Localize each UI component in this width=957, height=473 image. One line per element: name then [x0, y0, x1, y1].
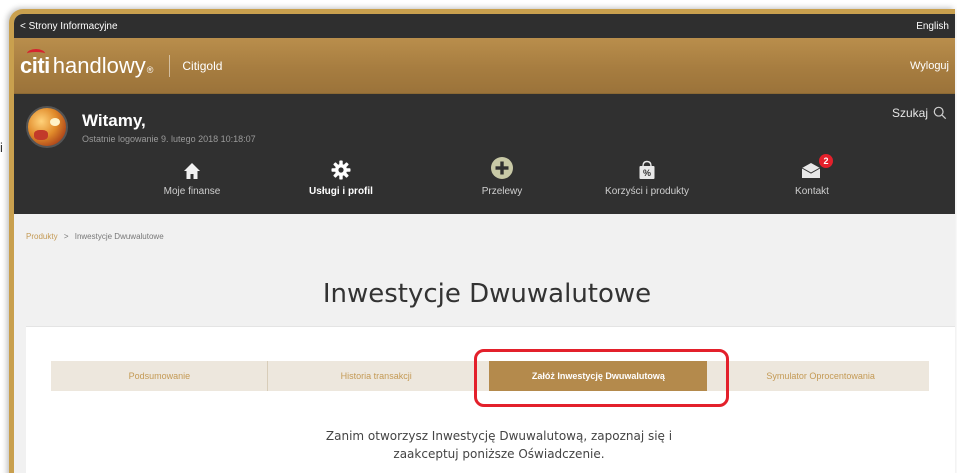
- top-bar: < Strony Informacyjne English: [14, 14, 955, 38]
- notice-line-2: zaakceptuj poniższe Oświadczenie.: [393, 447, 605, 461]
- cropped-text-fragment: i: [0, 140, 3, 155]
- tab-bar: Podsumowanie Historia transakcji Załóż I…: [51, 361, 929, 391]
- main-content: Produkty > Inwestycje Dwuwalutowe Inwest…: [14, 214, 955, 473]
- breadcrumb-separator: >: [63, 232, 69, 241]
- citi-handlowy-logo[interactable]: citi handlowy ®: [20, 48, 153, 79]
- tab-symulator-oprocentowania[interactable]: Symulator Oprocentowania: [712, 361, 929, 391]
- gear-icon: [331, 160, 351, 180]
- breadcrumb-current: Inwestycje Dwuwalutowe: [74, 232, 164, 241]
- nav-item-label: Usługi i profil: [309, 186, 373, 197]
- search-button[interactable]: Szukaj: [892, 106, 947, 120]
- user-greeting: Witamy, Ostatnie logowanie 9. lutego 201…: [26, 106, 256, 148]
- brand-bar: citi handlowy ® Citigold Wyloguj: [14, 38, 955, 94]
- language-switch-link[interactable]: English: [916, 21, 949, 32]
- shopping-bag-percent-icon: %: [639, 160, 655, 179]
- brand: citi handlowy ® Citigold: [20, 48, 223, 79]
- main-nav: Moje finanse Usługi i profil Przelewy % …: [14, 154, 955, 214]
- browser-frame: < Strony Informacyjne English citi handl…: [9, 9, 955, 473]
- tab-podsumowanie[interactable]: Podsumowanie: [51, 361, 268, 391]
- notice-line-1: Zanim otworzysz Inwestycję Dwuwalutową, …: [325, 429, 673, 443]
- notification-badge: 2: [819, 154, 833, 168]
- nav-item-label: Korzyści i produkty: [605, 186, 689, 197]
- nav-item-korzysci-i-produkty[interactable]: % Korzyści i produkty: [582, 156, 712, 197]
- info-pages-link[interactable]: < Strony Informacyjne: [20, 21, 118, 32]
- welcome-text: Witamy,: [82, 110, 146, 130]
- logout-link[interactable]: Wyloguj: [910, 60, 949, 72]
- page-title: Inwestycje Dwuwalutowe: [322, 279, 652, 309]
- nav-item-uslugi-i-profil[interactable]: Usługi i profil: [276, 156, 406, 197]
- notice-text: Zanim otworzysz Inwestycję Dwuwalutową, …: [26, 427, 955, 463]
- nav-item-label: Kontakt: [795, 186, 829, 197]
- tab-zaloz-inwestycje[interactable]: Załóż Inwestycję Dwuwalutową: [485, 361, 713, 391]
- home-icon: [184, 163, 200, 179]
- breadcrumb: Produkty > Inwestycje Dwuwalutowe: [26, 232, 164, 241]
- search-icon: [933, 106, 947, 120]
- nav-item-przelewy[interactable]: Przelewy: [437, 156, 567, 197]
- breadcrumb-link-produkty[interactable]: Produkty: [26, 232, 58, 241]
- content-card: Podsumowanie Historia transakcji Załóż I…: [26, 326, 955, 473]
- search-label: Szukaj: [891, 106, 928, 120]
- tab-historia-transakcji[interactable]: Historia transakcji: [268, 361, 485, 391]
- nav-item-label: Przelewy: [481, 186, 523, 197]
- nav-item-kontakt[interactable]: 2 Kontakt: [747, 154, 877, 197]
- user-nav-bar: Witamy, Ostatnie logowanie 9. lutego 201…: [14, 94, 955, 214]
- segment-label: Citigold: [182, 58, 223, 73]
- active-tab-button[interactable]: Załóż Inwestycję Dwuwalutową: [489, 361, 708, 391]
- brand-divider: [169, 54, 171, 77]
- svg-text:%: %: [643, 168, 651, 178]
- nav-item-moje-finanse[interactable]: Moje finanse: [127, 156, 257, 197]
- plus-circle-icon: [491, 157, 513, 179]
- screenshot-stage: i < Strony Informacyjne English citi han…: [0, 0, 957, 473]
- nav-item-label: Moje finanse: [163, 186, 221, 197]
- avatar[interactable]: [26, 106, 68, 148]
- last-login-text: Ostatnie logowanie 9. lutego 2018 10:18:…: [82, 133, 256, 144]
